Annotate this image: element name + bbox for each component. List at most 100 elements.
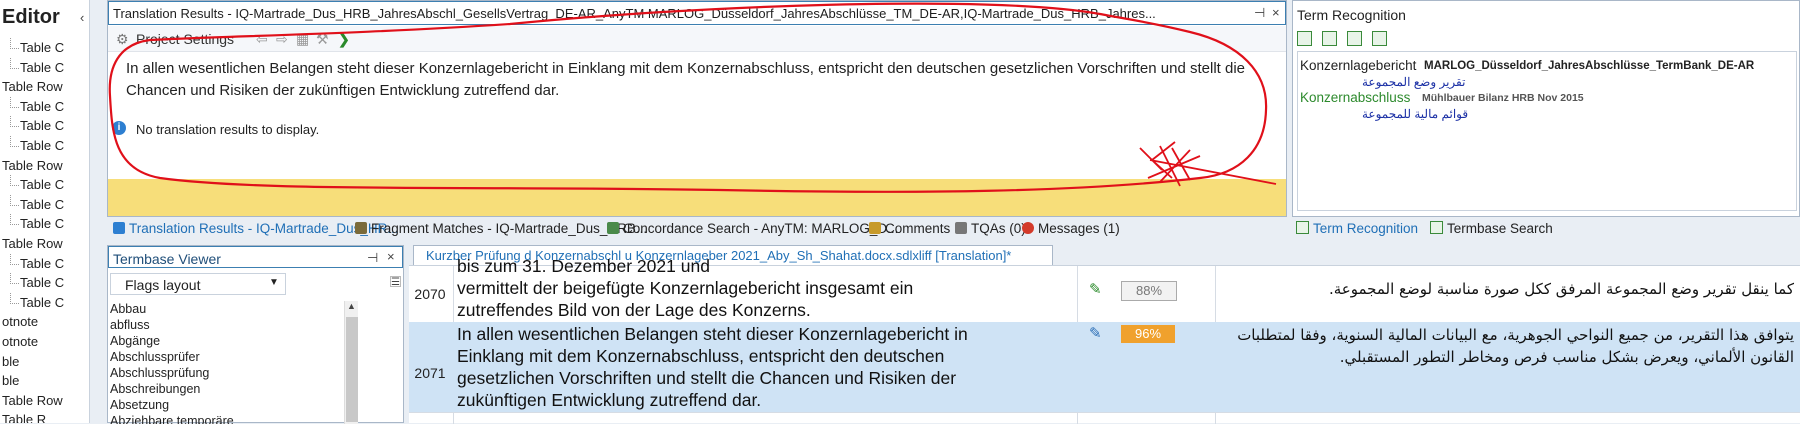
results-tab[interactable]: TQAs (0) (955, 221, 1026, 236)
layout-select[interactable]: Flags layout ▼ (110, 273, 286, 295)
tree-item[interactable]: Table Row (0, 77, 89, 97)
tree-item[interactable]: Table C (0, 273, 89, 293)
tab-label: Concordance Search - AnyTM: MARLOG_D... (623, 221, 899, 236)
tree-item[interactable]: Table C (0, 214, 89, 234)
tree-item[interactable]: Table Row (0, 234, 89, 254)
close-icon[interactable]: × (1272, 5, 1280, 20)
source-line: Einklang mit dem Konzernabschluss, entsp… (457, 346, 945, 366)
translation-results-title: Translation Results - IQ-Martrade_Dus_HR… (113, 6, 1156, 21)
tree-item[interactable]: Table Row (0, 156, 89, 176)
segment-row[interactable]: 2071 In allen wesentlichen Belangen steht… (409, 322, 1800, 413)
tree-connector (10, 175, 19, 187)
tree-item[interactable]: Table C (0, 116, 89, 136)
term-source[interactable]: Konzernabschluss (1300, 90, 1410, 105)
edit-status-icon: ✎ (1089, 325, 1102, 342)
segment-target[interactable]: كما ينقل تقرير وضع المجموعة المرفق ككل ص… (1219, 278, 1794, 300)
tree-item[interactable]: Table C (0, 57, 89, 78)
segment-number: 2071 (414, 365, 446, 381)
play-icon[interactable]: ❯ (338, 31, 350, 48)
tree-item[interactable]: Table C (0, 38, 89, 58)
translation-results-status-bar (108, 179, 1286, 216)
termbase-viewer-panel: Termbase Viewer ⊣ × Flags layout ▼ ☰ Abb… (107, 245, 404, 424)
tree-item[interactable]: Table C (0, 96, 89, 117)
chevron-down-icon: ▼ (269, 277, 279, 288)
tree-item[interactable]: otnote (0, 312, 89, 332)
term-tab[interactable]: Term Recognition (1296, 221, 1418, 236)
term-source[interactable]: Konzernlagebericht (1300, 58, 1416, 73)
results-tab[interactable]: Messages (1) (1022, 221, 1120, 236)
tools-icon[interactable]: ⚒ (316, 31, 329, 48)
next-icon[interactable]: ⇨ (276, 31, 288, 48)
scrollbar-thumb[interactable] (346, 317, 358, 422)
more-options-icon[interactable]: ☰ (390, 276, 401, 288)
tree-item[interactable]: Table C (0, 135, 89, 156)
editor-segment-grid: 2070 bis zum 31. Dezember 2021 und vermitt… (409, 256, 1800, 424)
tree-item-label: Table C (20, 294, 65, 310)
term-list-icon[interactable] (1297, 31, 1312, 46)
termbase-entry[interactable]: Abgänge (110, 333, 350, 349)
tree-item[interactable]: Table R (0, 410, 89, 423)
tab-label: TQAs (0) (971, 221, 1026, 236)
tab-label: Fragment Matches - IQ-Martrade_Dus_HRB..… (371, 221, 648, 236)
grid-view-icon[interactable]: ▦ (296, 31, 309, 48)
navigation-title: Editor (2, 6, 60, 28)
termbase-entry[interactable]: abfluss (110, 317, 350, 333)
results-tab[interactable]: Fragment Matches - IQ-Martrade_Dus_HRB..… (355, 221, 647, 236)
tab-icon (955, 222, 967, 234)
tree-item-label: Table C (20, 216, 65, 232)
previous-icon[interactable]: ⇦ (256, 31, 268, 48)
termbase-entry[interactable]: Abschlussprüfung (110, 365, 350, 381)
term-recognition-list: Konzernlagebericht تقرير وضع المجموعة MARL… (1297, 51, 1797, 211)
tree-item[interactable]: Table C (0, 292, 89, 313)
tree-connector (10, 214, 19, 226)
results-tab[interactable]: Comments (869, 221, 950, 236)
tree-item[interactable]: Table C (0, 175, 89, 195)
termbase-name: Mühlbauer Bilanz HRB Nov 2015 (1422, 92, 1584, 104)
tree-item[interactable]: Table C (0, 253, 89, 274)
tree-item[interactable]: ble (0, 352, 89, 372)
tree-item-label: Table C (20, 59, 65, 75)
settings-icon[interactable]: ⚙ (116, 31, 129, 48)
segment-source[interactable]: bis zum 31. Dezember 2021 und vermittelt … (457, 255, 1077, 321)
term-detail-icon[interactable] (1322, 31, 1337, 46)
tree-item-label: otnote (2, 314, 39, 330)
scroll-up-icon[interactable]: ▲ (347, 301, 356, 311)
collapse-panel-icon[interactable]: ‹ (80, 10, 84, 25)
termbase-scrollbar[interactable]: ▲ (344, 301, 358, 424)
tree-connector (10, 253, 19, 265)
tab-label: Messages (1) (1038, 221, 1120, 236)
tree-item-label: Table R (2, 412, 47, 423)
tree-item-label: Table C (20, 275, 65, 291)
termbase-entry[interactable]: Abschlussprüfer (110, 349, 350, 365)
tree-item-label: Table C (20, 255, 65, 271)
project-settings-button[interactable]: Project Settings (136, 31, 234, 47)
segment-row[interactable]: 2070 bis zum 31. Dezember 2021 und vermitt… (409, 254, 1800, 323)
segment-target[interactable]: يتوافق هذا التقرير، من جميع النواحي الجو… (1219, 324, 1794, 368)
tree-item[interactable]: Table C (0, 194, 89, 215)
termbase-entry[interactable]: Abbau (110, 301, 350, 317)
term-settings-icon[interactable] (1372, 31, 1387, 46)
pin-icon[interactable]: ⊣ (367, 250, 378, 266)
term-tab[interactable]: Termbase Search (1430, 221, 1553, 236)
tab-label: Comments (885, 221, 951, 236)
termbase-entry[interactable]: Abschreibungen (110, 381, 350, 397)
tree-item-label: ble (2, 373, 20, 389)
results-tab[interactable]: Concordance Search - AnyTM: MARLOG_D... (607, 221, 898, 236)
term-add-icon[interactable] (1347, 31, 1362, 46)
tree-item-label: Table C (20, 137, 65, 153)
tree-item[interactable]: otnote (0, 332, 89, 352)
segment-status: ✎ 88% (1081, 280, 1213, 302)
termbase-entry[interactable]: Absetzung (110, 397, 350, 413)
termbase-viewer-titlebar: Termbase Viewer ⊣ × (108, 246, 403, 268)
tree-connector (10, 135, 19, 147)
tree-item[interactable]: ble (0, 371, 89, 391)
termbase-entry[interactable]: Abziehbare temporäre (110, 413, 350, 424)
source-line: In allen wesentlichen Belangen steht die… (457, 324, 968, 344)
tree-item[interactable]: Table Row (0, 391, 89, 411)
segment-source[interactable]: In allen wesentlichen Belangen steht die… (457, 323, 1077, 411)
close-icon[interactable]: × (387, 249, 395, 264)
pin-icon[interactable]: ⊣ (1254, 5, 1265, 21)
termbase-icon (1296, 221, 1309, 234)
term-target: تقرير وضع المجموعة (1362, 75, 1466, 89)
document-structure-tree: Table C Table C Table Row Table C Table C Tab… (0, 38, 89, 423)
